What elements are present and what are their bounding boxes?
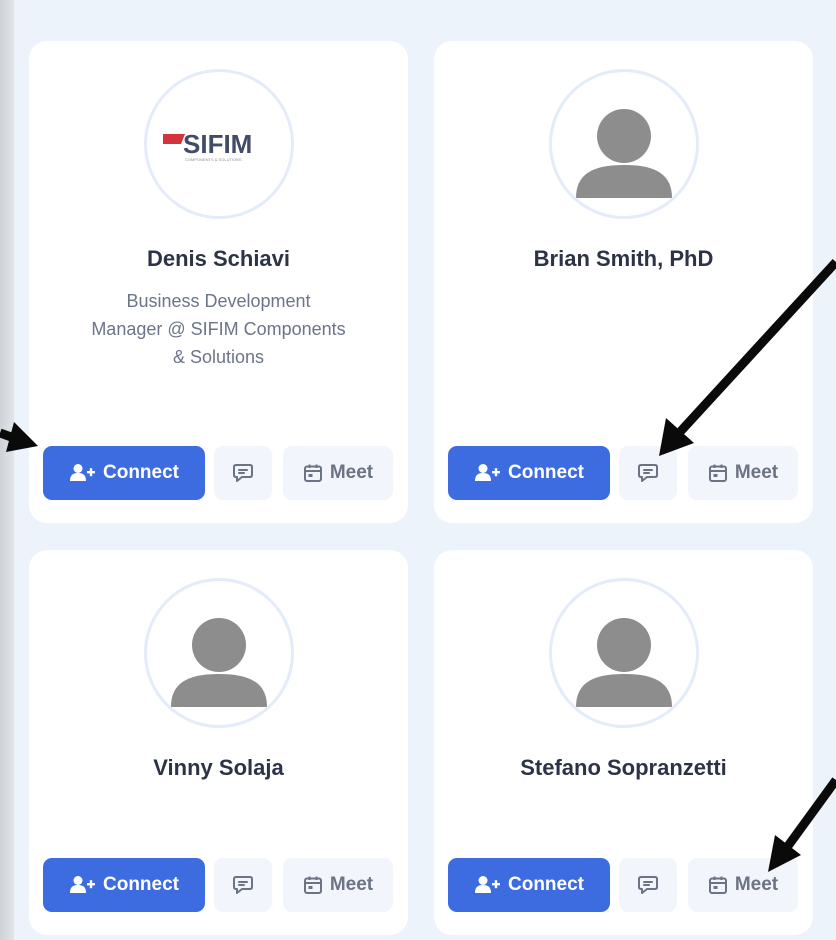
meet-button[interactable]: Meet — [688, 446, 798, 500]
attendee-card: Vinny Solaja Connect Meet — [29, 550, 408, 935]
default-user-icon — [575, 618, 672, 707]
attendee-role: Business Development Manager @ SIFIM Com… — [29, 287, 408, 371]
connect-label: Connect — [508, 462, 584, 483]
logo-subtext: COMPONENTS & SOLUTIONS — [185, 157, 242, 162]
message-button[interactable] — [214, 858, 272, 912]
connect-button[interactable]: Connect — [43, 446, 205, 500]
meet-label: Meet — [734, 874, 779, 895]
sifim-logo: SIFIM COMPONENTS & SOLUTIONS — [162, 129, 252, 162]
default-user-icon — [575, 109, 672, 198]
attendee-name[interactable]: Brian Smith, PhD — [434, 246, 813, 272]
avatar — [548, 69, 699, 219]
calendar-icon — [708, 464, 727, 482]
calendar-icon — [708, 876, 727, 894]
meet-button[interactable]: Meet — [283, 858, 393, 912]
avatar — [143, 578, 294, 728]
calendar-icon — [303, 464, 322, 482]
role-line: Business Development — [126, 291, 311, 311]
role-line: Manager @ SIFIM Components — [91, 319, 346, 339]
connect-button[interactable]: Connect — [448, 858, 610, 912]
avatar — [548, 578, 699, 728]
connect-label: Connect — [508, 874, 584, 895]
user-plus-icon — [475, 876, 500, 893]
connect-button[interactable]: Connect — [43, 858, 205, 912]
chat-bubble-icon — [233, 464, 253, 482]
message-button[interactable] — [619, 446, 677, 500]
meet-label: Meet — [329, 462, 374, 483]
meet-label: Meet — [329, 874, 374, 895]
attendee-name[interactable]: Stefano Sopranzetti — [434, 755, 813, 781]
role-line: & Solutions — [172, 347, 265, 367]
meet-button[interactable]: Meet — [688, 858, 798, 912]
attendee-card: Stefano Sopranzetti Connect Meet — [434, 550, 813, 935]
message-button[interactable] — [619, 858, 677, 912]
meet-label: Meet — [734, 462, 779, 483]
attendee-grid: SIFIM COMPONENTS & SOLUTIONS Denis Schia… — [14, 0, 836, 940]
connect-button[interactable]: Connect — [448, 446, 610, 500]
attendee-name[interactable]: Denis Schiavi — [29, 246, 408, 272]
user-plus-icon — [70, 876, 95, 893]
attendee-card: Brian Smith, PhD Connect Meet — [434, 41, 813, 523]
company-logo-avatar: SIFIM COMPONENTS & SOLUTIONS — [143, 69, 294, 219]
connect-label: Connect — [103, 462, 179, 483]
chat-bubble-icon — [638, 464, 658, 482]
connect-label: Connect — [103, 874, 179, 895]
message-button[interactable] — [214, 446, 272, 500]
default-user-icon — [170, 618, 267, 707]
attendee-card: SIFIM COMPONENTS & SOLUTIONS Denis Schia… — [29, 41, 408, 523]
logo-text: SIFIM — [183, 129, 252, 159]
user-plus-icon — [475, 464, 500, 481]
chat-bubble-icon — [233, 876, 253, 894]
attendee-name[interactable]: Vinny Solaja — [29, 755, 408, 781]
chat-bubble-icon — [638, 876, 658, 894]
user-plus-icon — [70, 464, 95, 481]
calendar-icon — [303, 876, 322, 894]
meet-button[interactable]: Meet — [283, 446, 393, 500]
